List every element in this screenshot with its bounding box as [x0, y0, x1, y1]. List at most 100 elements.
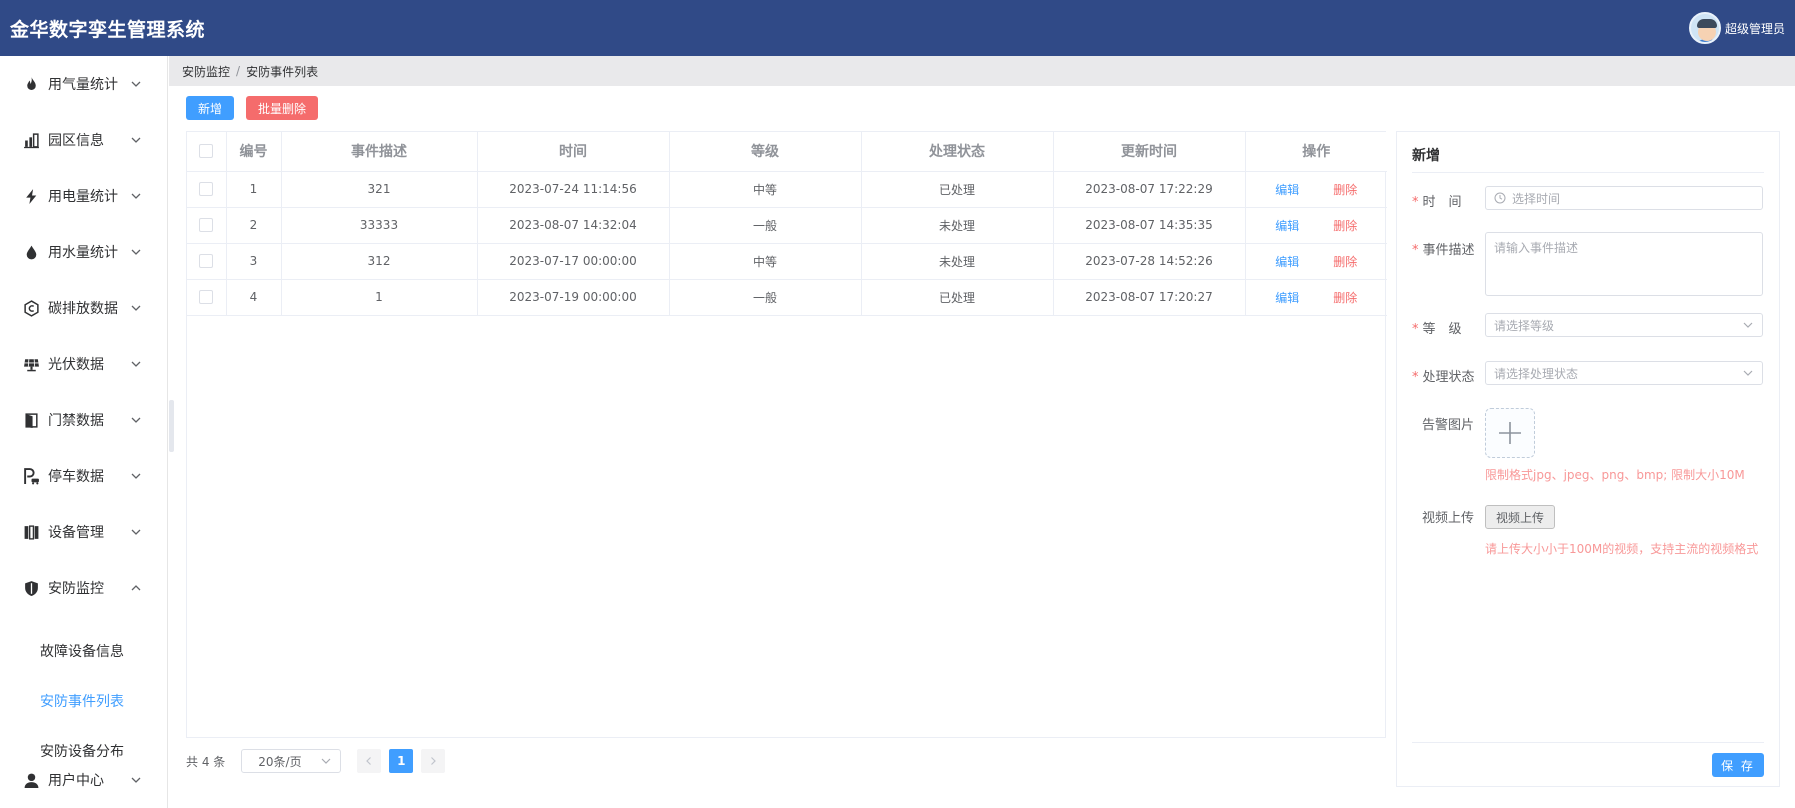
- edit-link[interactable]: 编辑: [1275, 183, 1299, 197]
- avatar[interactable]: [1688, 12, 1721, 44]
- video-label: 视频上传: [1422, 511, 1475, 526]
- sidebar-item-security[interactable]: 安防监控: [0, 560, 167, 616]
- breadcrumb-separator: /: [236, 64, 241, 78]
- column-header: 编号: [226, 132, 282, 172]
- sidebar-subitem-event-list[interactable]: 安防事件列表: [0, 676, 167, 726]
- sidebar-item-water[interactable]: 用水量统计: [0, 224, 167, 280]
- edit-link[interactable]: 编辑: [1275, 255, 1299, 269]
- cell-id: 3: [226, 243, 282, 280]
- cell-level: 中等: [669, 171, 862, 208]
- table-row: 1 321 2023-07-24 11:14:56 中等 已处理 2023-08…: [187, 171, 1387, 208]
- desc-label: * 事件描述: [1412, 243, 1475, 258]
- chevron-down-icon: [130, 134, 142, 146]
- select-all-checkbox[interactable]: [199, 144, 214, 159]
- desc-textarea[interactable]: 请输入事件描述: [1485, 232, 1763, 296]
- level-label: * 等 级: [1412, 322, 1462, 337]
- save-button[interactable]: 保 存: [1712, 753, 1764, 777]
- sidebar-item-solar[interactable]: 光伏数据: [0, 336, 167, 392]
- user-name[interactable]: 超级管理员: [1725, 20, 1785, 37]
- cell-desc: 321: [281, 171, 478, 208]
- level-select[interactable]: 请选择等级: [1485, 313, 1763, 337]
- chevron-down-icon: [130, 414, 142, 426]
- cell-updated: 2023-08-07 17:22:29: [1053, 171, 1246, 208]
- shield-icon: [22, 579, 40, 597]
- delete-link[interactable]: 删除: [1333, 219, 1357, 233]
- column-header: 更新时间: [1053, 132, 1246, 172]
- chevron-right-icon: [431, 757, 437, 765]
- edit-link[interactable]: 编辑: [1275, 219, 1299, 233]
- sidebar-item-label: 设备管理: [48, 525, 104, 541]
- breadcrumb: 安防监控 / 安防事件列表: [169, 56, 1795, 86]
- water-drop-icon: [22, 243, 40, 261]
- sidebar-item-label: 用户中心: [48, 773, 104, 789]
- image-uploader[interactable]: [1485, 408, 1535, 458]
- chevron-down-icon: [130, 774, 142, 786]
- add-button[interactable]: 新增: [186, 96, 234, 120]
- sidebar-item-gas[interactable]: 用气量统计: [0, 56, 167, 112]
- cell-updated: 2023-08-07 17:20:27: [1053, 279, 1246, 316]
- pagination: 共 4 条 20条/页 1: [186, 749, 446, 773]
- sidebar-item-devices[interactable]: 设备管理: [0, 504, 167, 560]
- sidebar-item-electricity[interactable]: 用电量统计: [0, 168, 167, 224]
- time-placeholder: 选择时间: [1512, 191, 1561, 206]
- sidebar-item-carbon[interactable]: 碳排放数据: [0, 280, 167, 336]
- column-header: 等级: [669, 132, 862, 172]
- cell-time: 2023-07-24 11:14:56: [477, 171, 670, 208]
- chevron-down-icon: [320, 755, 332, 767]
- table-row: 2 33333 2023-08-07 14:32:04 一般 未处理 2023-…: [187, 207, 1387, 244]
- sidebar-item-user-center[interactable]: 用户中心: [0, 752, 167, 808]
- row-checkbox[interactable]: [199, 290, 214, 305]
- table-row: 3 312 2023-07-17 00:00:00 中等 未处理 2023-07…: [187, 243, 1387, 280]
- chevron-left-icon: [366, 757, 372, 765]
- cell-id: 1: [226, 171, 282, 208]
- column-header: 操作: [1245, 132, 1387, 172]
- delete-link[interactable]: 删除: [1333, 183, 1357, 197]
- select-all-cell[interactable]: [187, 132, 227, 172]
- edit-link[interactable]: 编辑: [1275, 291, 1299, 305]
- row-checkbox[interactable]: [199, 254, 214, 269]
- user-menu[interactable]: 超级管理员: [1688, 12, 1785, 44]
- cell-level: 中等: [669, 243, 862, 280]
- cell-status: 已处理: [861, 279, 1054, 316]
- sidebar-item-parking[interactable]: 停车数据: [0, 448, 167, 504]
- table-row: 4 1 2023-07-19 00:00:00 一般 已处理 2023-08-0…: [187, 279, 1387, 316]
- delete-link[interactable]: 删除: [1333, 291, 1357, 305]
- chevron-down-icon: [130, 190, 142, 202]
- prev-page-button[interactable]: [357, 749, 382, 773]
- flame-icon: [22, 75, 40, 93]
- cell-level: 一般: [669, 279, 862, 316]
- sidebar-item-access[interactable]: 门禁数据: [0, 392, 167, 448]
- delete-link[interactable]: 删除: [1333, 255, 1357, 269]
- event-table: 编号 事件描述 时间 等级 处理状态 更新时间 操作 1 321 2023-07…: [186, 131, 1387, 738]
- sidebar-item-park[interactable]: 园区信息: [0, 112, 167, 168]
- sidebar-subitem-fault-devices[interactable]: 故障设备信息: [0, 626, 167, 676]
- video-upload-button[interactable]: 视频上传: [1485, 505, 1556, 529]
- chevron-down-icon: [1742, 367, 1754, 379]
- device-icon: [22, 523, 40, 541]
- cell-actions: 编辑 删除: [1245, 279, 1387, 316]
- row-checkbox[interactable]: [199, 218, 214, 233]
- cell-actions: 编辑 删除: [1245, 207, 1387, 244]
- chevron-up-icon: [130, 582, 142, 594]
- sidebar-item-label: 用气量统计: [48, 77, 118, 93]
- page-size-select[interactable]: 20条/页: [241, 749, 342, 773]
- cell-status: 未处理: [861, 207, 1054, 244]
- time-picker[interactable]: 选择时间: [1485, 186, 1763, 210]
- parking-icon: [22, 467, 40, 485]
- next-page-button[interactable]: [421, 749, 446, 773]
- sidebar-resize-handle[interactable]: [169, 400, 174, 452]
- status-select[interactable]: 请选择处理状态: [1485, 361, 1763, 385]
- breadcrumb-parent[interactable]: 安防监控: [182, 63, 230, 80]
- cell-time: 2023-07-17 00:00:00: [477, 243, 670, 280]
- breadcrumb-current: 安防事件列表: [246, 64, 319, 79]
- cell-id: 4: [226, 279, 282, 316]
- page-number[interactable]: 1: [389, 749, 414, 773]
- top-header: 金华数字孪生管理系统 超级管理员: [0, 0, 1795, 56]
- chevron-down-icon: [130, 526, 142, 538]
- row-checkbox[interactable]: [199, 182, 214, 197]
- video-hint: 请上传大小小于100M的视频，支持主流的视频格式: [1485, 542, 1759, 556]
- cell-actions: 编辑 删除: [1245, 243, 1387, 280]
- sidebar-item-label: 光伏数据: [48, 357, 104, 373]
- chevron-down-icon: [130, 302, 142, 314]
- batch-delete-button[interactable]: 批量删除: [246, 96, 318, 120]
